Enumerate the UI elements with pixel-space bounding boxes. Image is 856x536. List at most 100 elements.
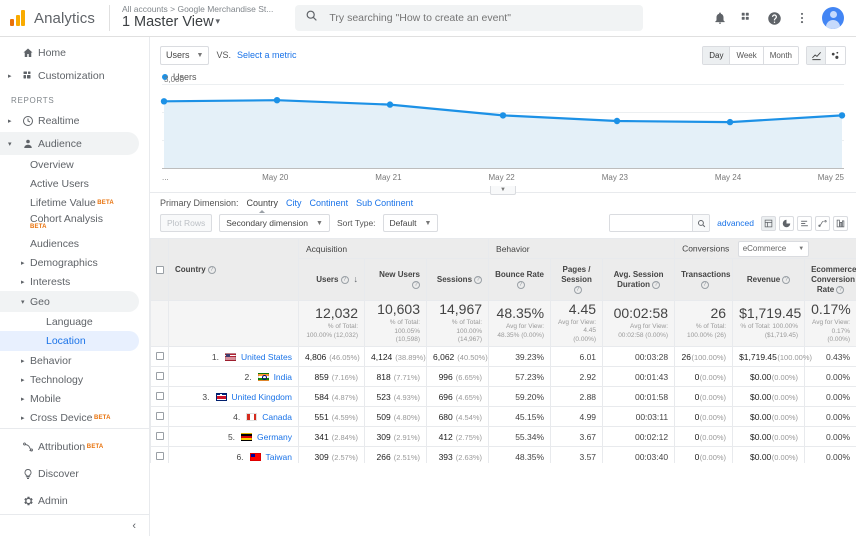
row-select-cell[interactable]: [150, 406, 169, 427]
select-all-cell[interactable]: [150, 238, 169, 301]
dimension-header[interactable]: Country?: [168, 238, 299, 301]
sidebar-item-technology[interactable]: ▸ Technology: [0, 370, 149, 389]
help-icon[interactable]: [767, 11, 782, 26]
sidebar-item-behavior[interactable]: ▸ Behavior: [0, 351, 149, 370]
sort-type-select[interactable]: Default ▼: [382, 214, 439, 232]
row-country-link[interactable]: United Kingdom: [232, 392, 292, 402]
sidebar-item-demographics[interactable]: ▸ Demographics: [0, 253, 149, 272]
sidebar-collapse-button[interactable]: ‹: [0, 514, 149, 536]
sidebar-item-discover[interactable]: Discover: [0, 460, 149, 487]
help-icon[interactable]: ?: [207, 265, 216, 274]
conversions-goal-select[interactable]: eCommerce ▼: [737, 240, 810, 257]
sidebar-item-customization[interactable]: ▸ Customization: [0, 64, 149, 87]
help-icon[interactable]: ?: [340, 275, 349, 284]
col-pages-session[interactable]: Pages / Session?: [550, 258, 604, 301]
help-icon[interactable]: ?: [516, 280, 525, 289]
sidebar-item-language[interactable]: Language: [0, 312, 149, 331]
data-table-container[interactable]: Country? Acquisition Behavior Conversion…: [150, 238, 856, 463]
row-select-cell[interactable]: [150, 366, 169, 387]
row-country-link[interactable]: Germany: [257, 432, 292, 442]
comparison-view-icon[interactable]: [815, 215, 830, 231]
sidebar-item-audience[interactable]: ▾ Audience: [0, 132, 139, 155]
table-search[interactable]: [609, 214, 711, 232]
col-revenue[interactable]: Revenue?: [732, 258, 806, 301]
row-country-cell[interactable]: 3. United Kingdom: [168, 386, 299, 407]
table-search-input[interactable]: [610, 215, 693, 231]
bar-view-icon[interactable]: [797, 215, 812, 231]
row-country-cell[interactable]: 5. Germany: [168, 426, 299, 447]
row-select-cell[interactable]: [150, 426, 169, 447]
table-row[interactable]: 3. United Kingdom 584 (4.87%) 523 (4.93%) 696(…: [150, 386, 856, 407]
metric-select[interactable]: Users ▼: [160, 45, 210, 65]
search-bar[interactable]: [295, 5, 644, 31]
row-country-link[interactable]: United States: [241, 352, 292, 362]
primary-dimension-sub-continent[interactable]: Sub Continent: [356, 198, 413, 208]
row-country-link[interactable]: Canada: [262, 412, 292, 422]
sidebar-item-mobile[interactable]: ▸ Mobile: [0, 389, 149, 408]
help-icon[interactable]: ?: [836, 285, 845, 294]
row-checkbox[interactable]: [155, 351, 164, 360]
table-row[interactable]: 6. Taiwan 309 (2.57%) 266 (2.51%) 393 (2.63%) 48…: [150, 446, 856, 463]
view-name-row[interactable]: 1 Master View ▾: [122, 14, 273, 31]
row-country-cell[interactable]: 1. United States: [168, 346, 299, 367]
row-checkbox[interactable]: [155, 431, 164, 440]
col-ecommerce-conversion-rate[interactable]: Ecommerce Conversion Rate?: [804, 258, 856, 301]
help-icon[interactable]: ?: [573, 285, 582, 294]
granularity-month[interactable]: Month: [763, 46, 798, 64]
table-view-icon[interactable]: [761, 215, 776, 231]
sidebar-item-home[interactable]: Home: [0, 41, 149, 64]
col-new-users[interactable]: New Users?: [364, 258, 427, 301]
users-line-chart[interactable]: 3,000 2,000 1,000: [160, 75, 846, 168]
primary-dimension-continent[interactable]: Continent: [310, 198, 349, 208]
table-row[interactable]: 4. Canada 551 (4.59%) 509 (4.80%) 680 (4.54%) 45…: [150, 406, 856, 427]
row-country-cell[interactable]: 6. Taiwan: [168, 446, 299, 463]
table-row[interactable]: 2. India 859 (7.16%) 818 (7.71%) 996 (6.65%) 57.…: [150, 366, 856, 387]
row-select-cell[interactable]: [150, 446, 169, 463]
account-selector[interactable]: All accounts > Google Merchandise St... …: [122, 4, 273, 31]
sidebar-item-active-users[interactable]: Active Users: [0, 174, 149, 193]
sidebar-item-audiences[interactable]: Audiences: [0, 234, 149, 253]
select-all-checkbox[interactable]: [155, 265, 164, 274]
table-row[interactable]: 1. United States 4,806 (46.05%) 4,124 (38.89%…: [150, 346, 856, 367]
col-transactions[interactable]: Transactions?: [674, 258, 734, 301]
col-users[interactable]: Users? ↓: [298, 258, 365, 301]
search-input[interactable]: [327, 11, 634, 25]
row-country-cell[interactable]: 2. India: [168, 366, 299, 387]
sidebar-item-realtime[interactable]: ▸ Realtime: [0, 109, 149, 132]
pie-view-icon[interactable]: [779, 215, 794, 231]
row-select-cell[interactable]: [150, 386, 169, 407]
advanced-link[interactable]: advanced: [717, 218, 754, 228]
sidebar-item-location[interactable]: Location: [0, 331, 139, 351]
row-country-link[interactable]: India: [274, 372, 292, 382]
row-country-link[interactable]: Taiwan: [266, 452, 292, 462]
apps-grid-icon[interactable]: [740, 11, 754, 25]
bell-icon[interactable]: [713, 11, 727, 25]
more-vert-icon[interactable]: [795, 11, 809, 25]
primary-dimension-country[interactable]: Country: [247, 198, 278, 213]
pivot-view-icon[interactable]: [833, 215, 848, 231]
sidebar-item-cohort-analysis[interactable]: Cohort Analysis BETA: [0, 212, 149, 234]
col-bounce-rate[interactable]: Bounce Rate?: [488, 258, 552, 301]
help-icon[interactable]: ?: [782, 275, 791, 284]
row-checkbox[interactable]: [155, 391, 164, 400]
chart-collapse-handle[interactable]: ▼: [490, 186, 516, 195]
sidebar-item-overview[interactable]: Overview: [0, 155, 149, 174]
plot-rows-button[interactable]: Plot Rows: [160, 214, 213, 232]
help-icon[interactable]: ?: [700, 280, 709, 289]
line-chart-icon[interactable]: [807, 46, 826, 64]
help-icon[interactable]: ?: [474, 275, 483, 284]
granularity-week[interactable]: Week: [730, 46, 764, 64]
help-icon[interactable]: ?: [651, 280, 660, 289]
row-checkbox[interactable]: [155, 451, 164, 460]
col-avg-session-duration[interactable]: Avg. Session Duration?: [602, 258, 676, 301]
sidebar-item-interests[interactable]: ▸ Interests: [0, 272, 149, 291]
help-icon[interactable]: ?: [412, 280, 420, 289]
table-row[interactable]: 5. Germany 341 (2.84%) 309 (2.91%) 412 (2.75%) 5…: [150, 426, 856, 447]
granularity-day[interactable]: Day: [703, 46, 731, 64]
secondary-dimension-select[interactable]: Secondary dimension ▼: [219, 214, 330, 232]
sidebar-item-attribution[interactable]: Attribution BETA: [0, 433, 149, 460]
row-country-cell[interactable]: 4. Canada: [168, 406, 299, 427]
row-select-cell[interactable]: [150, 346, 169, 367]
search-icon[interactable]: [692, 215, 710, 231]
col-sessions[interactable]: Sessions?: [425, 258, 490, 301]
